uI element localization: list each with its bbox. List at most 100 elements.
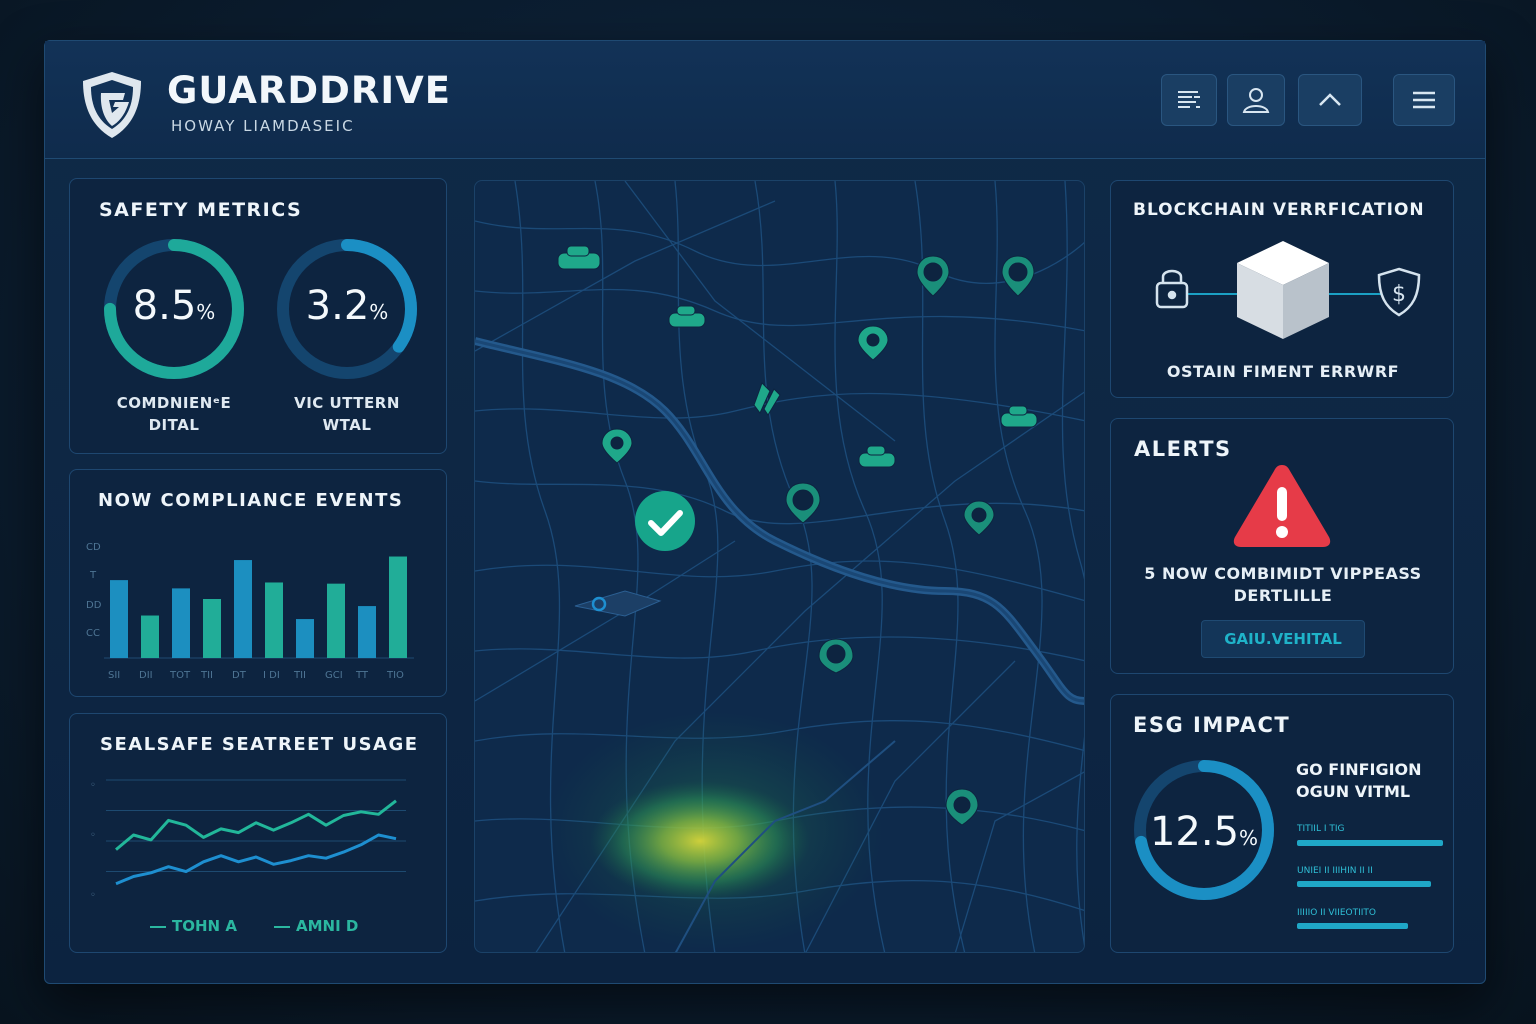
map-vehicle-shape <box>574 590 662 617</box>
bar-10[interactable] <box>389 556 407 658</box>
bar-2[interactable] <box>141 615 159 658</box>
collapse-button[interactable] <box>1298 74 1362 126</box>
x-tick: TIO <box>387 670 404 681</box>
bar-7[interactable] <box>296 619 314 658</box>
y-tick-marker: ◦ <box>90 890 96 901</box>
gauge-label-2: VIC UTTERN WTAL <box>267 392 427 436</box>
bar-9[interactable] <box>358 606 376 658</box>
gauge-number: 3.2 <box>305 283 370 329</box>
y-tick-marker: ◦ <box>90 780 96 791</box>
shield-pin-icon[interactable] <box>857 325 889 361</box>
currency-symbol: $ <box>1392 282 1406 307</box>
esg-label-line2: OGUN VITML <box>1296 782 1411 801</box>
alert-message: 5 NOW COMBIMIDT VIPPEASS DERTLILLE <box>1111 563 1455 607</box>
blockchain-card: BLOCKCHAIN VERRFICATION $ OSTAIN FIMENT … <box>1110 180 1454 398</box>
bar-5[interactable] <box>234 560 252 658</box>
legend-item-2: AMNI D <box>274 917 358 935</box>
seatbelt-usage-title: SEALSAFE SEATREET USAGE <box>100 734 419 755</box>
seatbelt-usage-card: SEALSAFE SEATREET USAGE ◦ ◦ ◦ TOHN A AMN… <box>69 713 447 953</box>
bar-1[interactable] <box>110 580 128 658</box>
report-button[interactable] <box>1161 74 1217 126</box>
legend-label: TOHN A <box>172 917 237 935</box>
bar-3[interactable] <box>172 588 190 658</box>
report-icon <box>1178 91 1200 108</box>
esg-bar-label: TITIIL I TIG <box>1297 824 1345 834</box>
pin-icon[interactable] <box>785 482 821 524</box>
map-canvas <box>475 181 1084 952</box>
esg-bar-label: UNIEI II IIIHIN II II <box>1297 866 1373 876</box>
pin-icon[interactable] <box>963 500 995 536</box>
route-map[interactable] <box>474 180 1085 953</box>
gauge-value-1: 8.5% <box>99 283 249 329</box>
gauge-value-2: 3.2% <box>272 283 422 329</box>
chevron-up-icon <box>1319 93 1341 106</box>
esg-bar-label: IIIIIO II VIIEOTIITO <box>1297 908 1377 918</box>
esg-impact-title: ESG IMPACT <box>1133 713 1291 737</box>
heatmap-hotspot <box>590 781 810 901</box>
shield-dollar-icon: $ <box>1377 267 1421 317</box>
shield-pin-icon[interactable] <box>601 428 633 464</box>
y-tick: DD <box>86 600 102 611</box>
car-icon[interactable] <box>557 245 601 270</box>
esg-label-line1: GO FINFIGION <box>1296 760 1422 779</box>
menu-button[interactable] <box>1393 74 1455 126</box>
user-button[interactable] <box>1227 74 1285 126</box>
bar-4[interactable] <box>203 599 221 658</box>
gauge-label-line1: VIC UTTERN <box>294 394 400 412</box>
compliance-bar-chart <box>104 556 414 659</box>
safety-metrics-title: SAFETY METRICS <box>99 199 303 221</box>
gauge-unit: % <box>1239 826 1259 850</box>
gauge-unit: % <box>196 300 216 324</box>
alerts-title: ALERTS <box>1134 437 1232 461</box>
bar-6[interactable] <box>265 582 283 658</box>
app-title: GUARDDRIVE <box>167 69 451 112</box>
pin-icon[interactable] <box>1001 255 1035 297</box>
blockchain-title: BLOCKCHAIN VERRFICATION <box>1133 200 1425 220</box>
shield-logo-icon <box>83 72 141 138</box>
blockchain-caption: OSTAIN FIMENT ERRWRF <box>1166 362 1400 381</box>
gauge-label-line1: COMDNIENᵉE <box>116 394 232 412</box>
legend-swatch <box>274 925 290 928</box>
y-tick: CC <box>86 628 100 639</box>
check-circle-icon[interactable] <box>635 491 695 551</box>
x-tick: TT <box>356 670 369 681</box>
gauge-number: 8.5 <box>132 283 197 329</box>
series-line-tohn-a[interactable] <box>115 799 397 851</box>
esg-bar <box>1297 881 1432 887</box>
legend-label: AMNI D <box>296 917 359 935</box>
esg-impact-card: ESG IMPACT 12.5% GO FINFIGION OGUN VITML… <box>1110 694 1454 953</box>
gauge-label-line2: WTAL <box>322 416 372 434</box>
view-alerts-button[interactable]: GAIU.VEHITAL <box>1201 620 1365 658</box>
y-tick: T <box>90 570 97 581</box>
pin-icon[interactable] <box>945 788 979 826</box>
gauge-label-line2: DITAL <box>148 416 200 434</box>
compliance-events-card: NOW COMPLIANCE EVENTS CD T DD CC SII DII T… <box>69 469 447 697</box>
lock-icon <box>1155 269 1189 309</box>
x-tick: TOT <box>170 670 191 681</box>
legend-swatch <box>150 925 166 928</box>
app-subtitle: HOWAY LIAMDASEIC <box>171 117 355 135</box>
series-line-amni-d[interactable] <box>115 833 397 886</box>
x-tick: TII <box>201 670 214 681</box>
x-tick: I DI <box>263 670 280 681</box>
y-tick-marker: ◦ <box>90 830 96 841</box>
y-tick: CD <box>86 542 101 553</box>
esg-bar <box>1297 840 1443 846</box>
pin-icon[interactable] <box>916 255 950 297</box>
legend-item-1: TOHN A <box>150 917 237 935</box>
pin-icon[interactable] <box>818 638 854 674</box>
gauge-number: 12.5 <box>1149 809 1240 855</box>
x-tick: DT <box>232 670 246 681</box>
warning-triangle-icon <box>1233 465 1331 547</box>
gauge-label-1: COMDNIENᵉE DITAL <box>94 392 254 436</box>
x-tick: SII <box>108 670 121 681</box>
car-icon[interactable] <box>1000 405 1038 428</box>
bar-8[interactable] <box>327 583 345 658</box>
user-icon <box>1242 88 1270 113</box>
alerts-card: ALERTS 5 NOW COMBIMIDT VIPPEASS DERTLILL… <box>1110 418 1454 674</box>
car-icon[interactable] <box>668 305 706 328</box>
car-icon[interactable] <box>858 445 896 468</box>
menu-icon <box>1413 91 1435 109</box>
compliance-events-title: NOW COMPLIANCE EVENTS <box>98 490 404 511</box>
x-tick: GCI <box>325 670 343 681</box>
